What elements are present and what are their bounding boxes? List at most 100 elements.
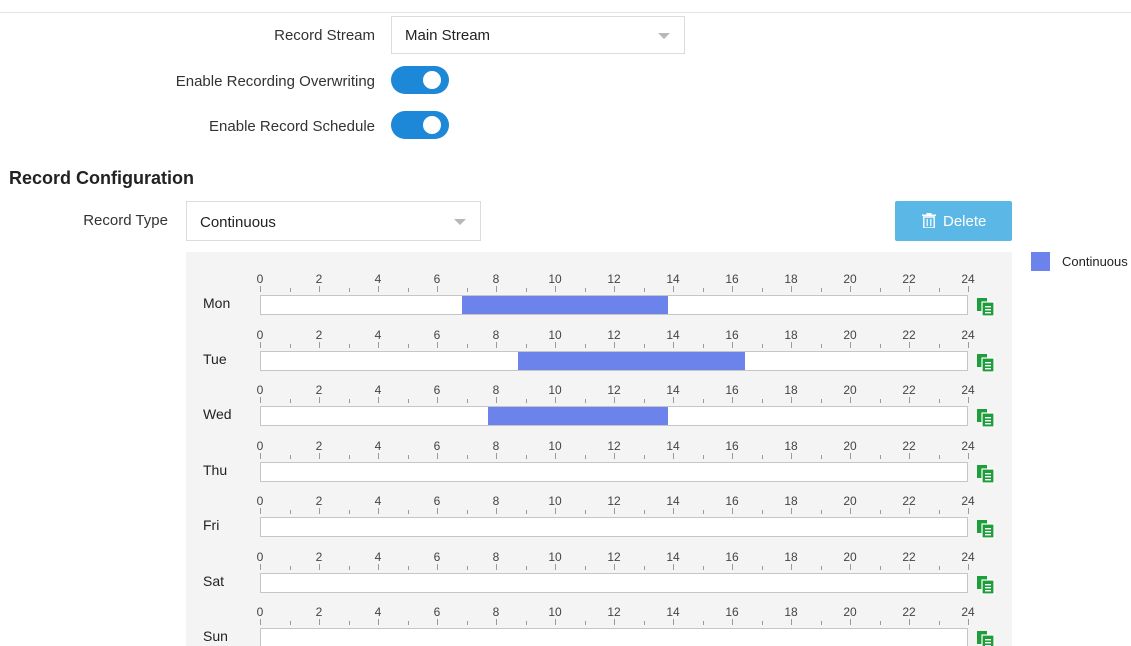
hour-tick-label: 8: [492, 327, 500, 342]
hour-tick-mark: [880, 288, 881, 292]
hour-tick-label: 24: [961, 327, 975, 342]
hour-tick-mark: [319, 619, 320, 625]
copy-schedule-icon[interactable]: [976, 353, 996, 373]
delete-button[interactable]: Delete: [895, 201, 1012, 241]
hour-tick-label: 6: [433, 383, 441, 397]
hour-tick-label: 6: [433, 272, 441, 286]
overwrite-toggle[interactable]: [391, 66, 449, 94]
hour-tick-mark: [378, 341, 379, 348]
hour-tick-mark: [880, 510, 881, 514]
schedule-panel: 0 2 4 6 8 10 12 14 16 18 20 22 24 Mon 0 2 4 6 8 10 12 14 16 18 2…: [186, 252, 1012, 646]
hour-tick-mark: [260, 397, 261, 403]
copy-schedule-icon[interactable]: [976, 630, 996, 646]
hour-tick-mark: [732, 397, 733, 403]
hour-tick-mark: [762, 399, 763, 403]
hour-tick-label: 14: [666, 327, 680, 342]
hour-tick-label: 10: [548, 438, 562, 453]
schedule-segment-continuous[interactable]: [517, 351, 745, 370]
hour-tick-mark: [968, 397, 969, 403]
hour-tick-mark: [260, 452, 261, 459]
hour-tick-mark: [526, 343, 527, 348]
hour-tick-mark: [408, 288, 409, 292]
hour-tick-label: 24: [961, 605, 975, 619]
copy-schedule-icon[interactable]: [976, 575, 996, 595]
hour-tick-mark: [378, 508, 379, 514]
hour-tick-mark: [408, 510, 409, 514]
record-stream-select[interactable]: Main Stream: [391, 16, 685, 54]
chevron-down-icon: [658, 33, 670, 39]
hour-tick-mark: [968, 341, 969, 348]
hour-tick-mark: [968, 452, 969, 459]
hour-tick-mark: [378, 452, 379, 459]
hour-tick-mark: [732, 286, 733, 292]
hour-tick-mark: [614, 286, 615, 292]
hour-tick-mark: [408, 343, 409, 348]
hour-tick-mark: [319, 508, 320, 514]
schedule-track-thu[interactable]: [260, 461, 968, 482]
hour-tick-mark: [319, 341, 320, 348]
hour-tick-label: 22: [902, 605, 916, 619]
hour-tick-mark: [673, 341, 674, 348]
schedule-track-sat[interactable]: [260, 572, 968, 593]
hour-tick-mark: [496, 563, 497, 570]
hour-tick-mark: [378, 286, 379, 292]
hour-tick-mark: [319, 397, 320, 403]
hour-tick-label: 0: [256, 605, 264, 619]
hour-tick-label: 14: [666, 549, 680, 564]
hour-tick-mark: [467, 399, 468, 403]
record-type-select[interactable]: Continuous: [186, 201, 481, 241]
hour-tick-label: 24: [961, 494, 975, 508]
hour-tick-mark: [319, 563, 320, 570]
hour-tick-label: 10: [548, 383, 562, 397]
hour-tick-mark: [880, 621, 881, 625]
schedule-track-wed[interactable]: [260, 406, 968, 426]
hour-tick-label: 8: [492, 438, 500, 453]
hour-tick-label: 12: [607, 549, 621, 564]
hour-tick-mark: [880, 565, 881, 570]
hour-tick-label: 0: [256, 327, 264, 342]
hour-tick-mark: [673, 508, 674, 514]
hour-tick-label: 14: [666, 605, 680, 619]
legend-swatch-continuous: [1031, 252, 1050, 271]
hour-tick-mark: [496, 508, 497, 514]
hour-tick-label: 10: [548, 605, 562, 619]
hour-tick-label: 4: [374, 549, 382, 564]
hour-tick-label: 24: [961, 272, 975, 286]
copy-schedule-icon[interactable]: [976, 519, 996, 539]
schedule-track-fri[interactable]: [260, 517, 968, 537]
hour-tick-mark: [880, 399, 881, 403]
hour-tick-mark: [791, 452, 792, 459]
trash-icon: [922, 213, 936, 228]
hour-tick-mark: [644, 621, 645, 625]
hour-tick-mark: [585, 399, 586, 403]
schedule-track-mon[interactable]: [260, 295, 968, 315]
hour-tick-mark: [526, 510, 527, 514]
schedule-toggle[interactable]: [391, 111, 449, 139]
copy-schedule-icon[interactable]: [976, 297, 996, 317]
hour-tick-label: 6: [433, 605, 441, 619]
overwrite-label: Enable Recording Overwriting: [175, 73, 375, 90]
hour-tick-mark: [437, 286, 438, 292]
hour-tick-label: 10: [548, 494, 562, 508]
schedule-track-sun[interactable]: [260, 628, 968, 646]
day-label-fri: Fri: [203, 517, 220, 533]
schedule-segment-continuous[interactable]: [461, 296, 669, 314]
hour-tick-label: 0: [256, 494, 264, 508]
hour-tick-mark: [555, 619, 556, 625]
hour-tick-mark: [850, 508, 851, 514]
schedule-track-tue[interactable]: [260, 350, 968, 371]
hour-tick-mark: [496, 286, 497, 292]
copy-schedule-icon[interactable]: [976, 408, 996, 428]
hour-tick-label: 10: [548, 549, 562, 564]
hour-tick-mark: [909, 452, 910, 459]
hour-tick-mark: [260, 341, 261, 348]
hour-tick-label: 12: [607, 494, 621, 508]
hour-tick-label: 12: [607, 438, 621, 453]
hour-tick-label: 24: [961, 383, 975, 397]
hour-tick-mark: [349, 621, 350, 625]
day-label-tue: Tue: [203, 350, 227, 367]
hour-tick-mark: [378, 619, 379, 625]
copy-schedule-icon[interactable]: [976, 464, 996, 484]
hour-tick-mark: [909, 286, 910, 292]
schedule-segment-continuous[interactable]: [488, 407, 669, 425]
